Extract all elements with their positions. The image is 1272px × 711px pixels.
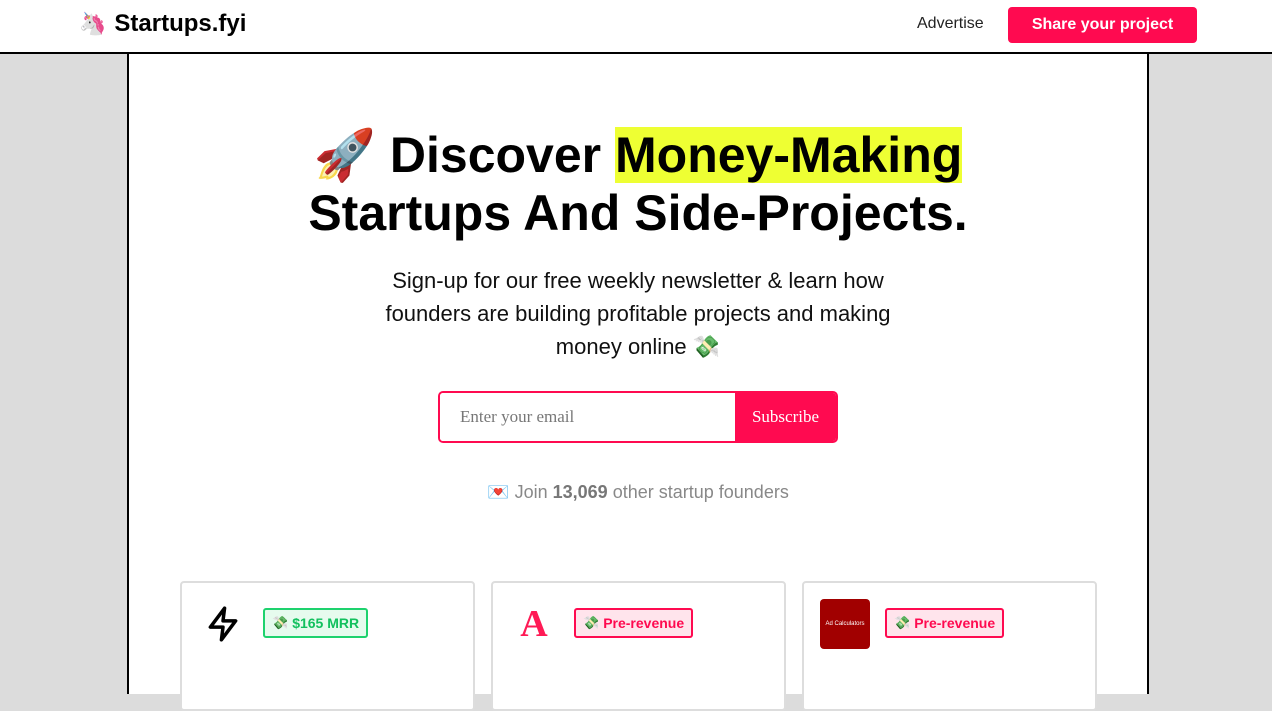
hero-subtitle: Sign-up for our free weekly newsletter &… — [379, 264, 897, 363]
join-prefix: Join — [514, 482, 548, 502]
lightning-icon — [198, 599, 248, 649]
money-wings-icon: 💸 — [272, 615, 289, 630]
join-count-text: 💌 Join 13,069 other startup founders — [129, 482, 1147, 503]
logo-a-text: A — [520, 603, 548, 645]
email-input[interactable] — [440, 393, 735, 441]
hero-title: 🚀 Discover Money-Making Startups And Sid… — [129, 126, 1147, 242]
startup-card[interactable]: A 💸 Pre-revenue — [491, 581, 786, 711]
money-wings-icon: 💸 — [583, 615, 600, 630]
startup-card[interactable]: 💸 $165 MRR — [180, 581, 475, 711]
revenue-badge: 💸 Pre-revenue — [885, 608, 1005, 638]
hero-title-before: Discover — [389, 127, 602, 183]
site-logo[interactable]: 🦄 Startups.fyi — [79, 10, 246, 38]
subtitle-text: Sign-up for our free weekly newsletter &… — [385, 268, 891, 359]
badge-label: Pre-revenue — [914, 615, 996, 631]
money-wings-icon: 💸 — [692, 334, 721, 359]
hero-title-after: Startups And Side-Projects. — [308, 185, 968, 241]
ad-calculators-logo: Ad Calculators — [820, 599, 870, 649]
share-project-button[interactable]: Share your project — [1008, 7, 1197, 43]
hero-title-highlight: Money-Making — [615, 127, 963, 183]
rocket-icon: 🚀 — [313, 127, 376, 183]
site-header: 🦄 Startups.fyi Advertise Share your proj… — [0, 0, 1272, 54]
letter-a-logo: A — [509, 599, 559, 649]
ad-calculators-logo-text: Ad Calculators — [825, 621, 865, 627]
revenue-badge: 💸 $165 MRR — [263, 608, 369, 638]
logo-text: Startups.fyi — [114, 10, 247, 37]
subscribe-button[interactable]: Subscribe — [735, 393, 836, 441]
main-content: 🚀 Discover Money-Making Startups And Sid… — [127, 54, 1149, 711]
newsletter-form: Subscribe — [438, 391, 838, 443]
unicorn-icon: 🦄 — [79, 11, 107, 36]
advertise-link[interactable]: Advertise — [917, 15, 984, 33]
founder-count: 13,069 — [552, 482, 608, 502]
join-suffix: other startup founders — [612, 482, 789, 502]
love-letter-icon: 💌 — [487, 482, 510, 502]
money-wings-icon: 💸 — [894, 615, 911, 630]
badge-label: Pre-revenue — [603, 615, 685, 631]
badge-label: $165 MRR — [292, 615, 360, 631]
startup-card[interactable]: Ad Calculators 💸 Pre-revenue — [802, 581, 1097, 711]
revenue-badge: 💸 Pre-revenue — [574, 608, 694, 638]
